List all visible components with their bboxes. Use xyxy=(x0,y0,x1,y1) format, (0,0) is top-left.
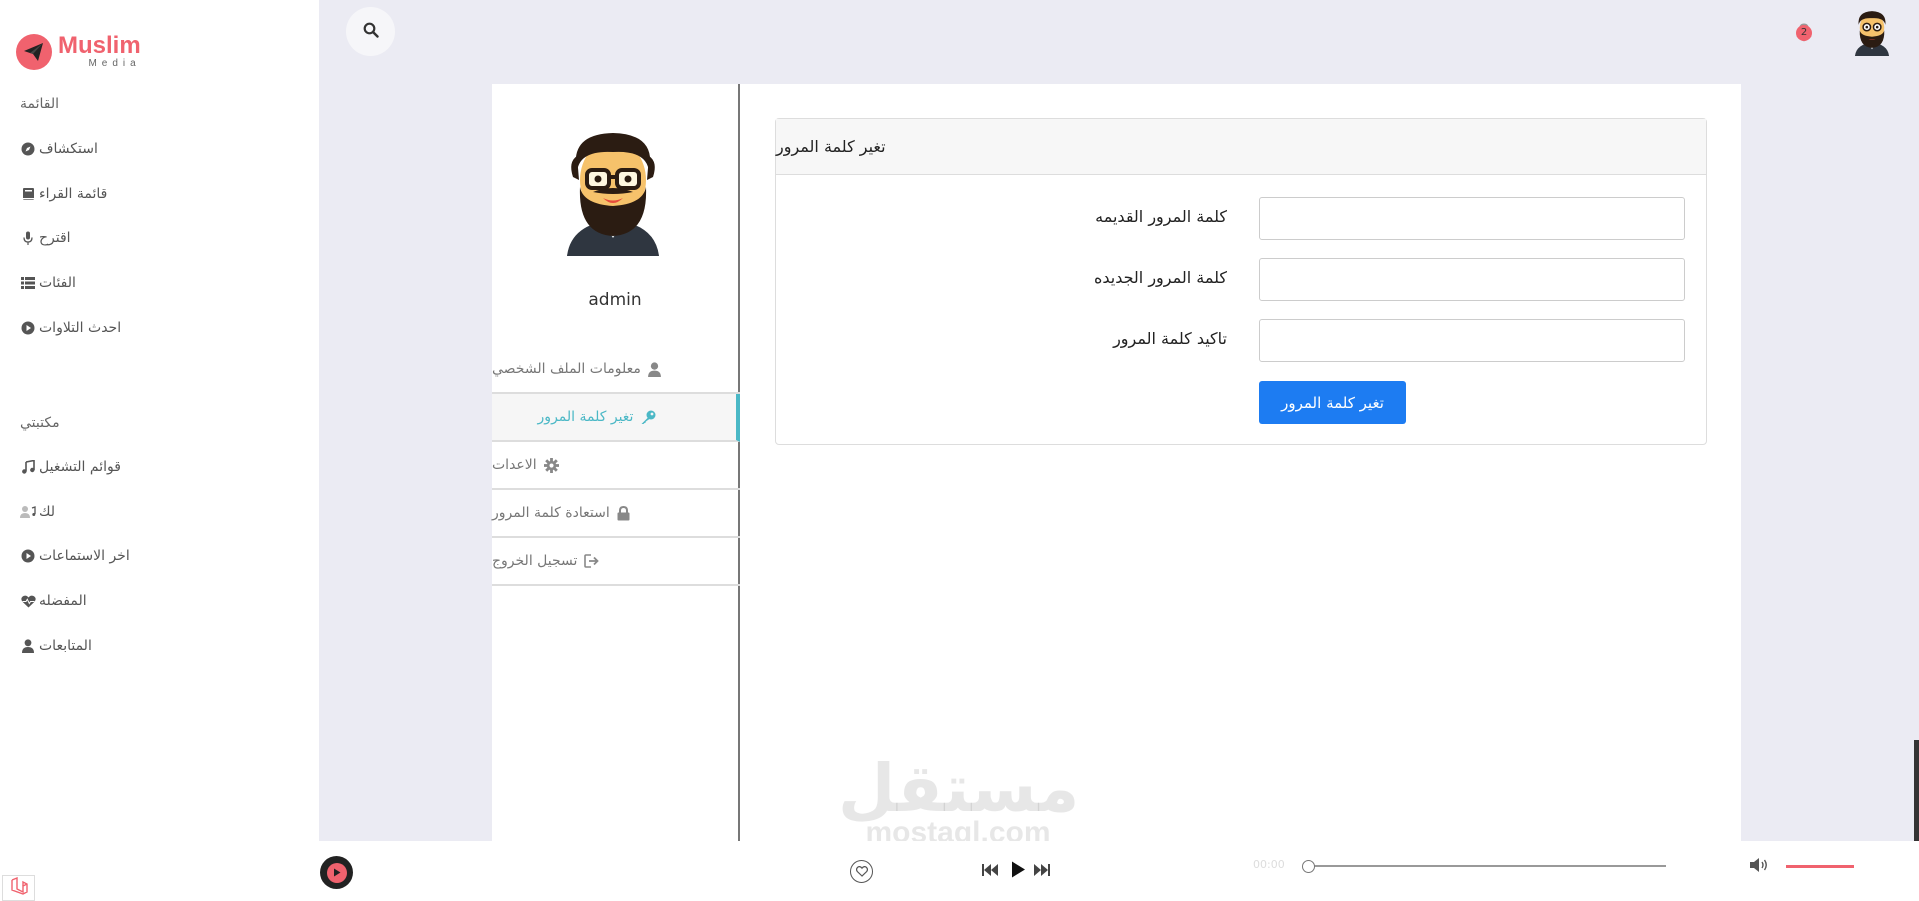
key-icon xyxy=(640,410,656,425)
sidebar-item-label: الفئات xyxy=(39,275,76,291)
book-icon xyxy=(20,186,36,202)
audio-player xyxy=(319,841,1919,901)
play-circle-icon xyxy=(20,548,36,564)
previous-button[interactable] xyxy=(982,862,1000,881)
sidebar-item-following[interactable]: المتابعات xyxy=(20,638,92,654)
heart-pulse-icon xyxy=(20,593,36,609)
sidebar-item-label: احدث التلاوات xyxy=(39,320,122,336)
sidebar-item-label: استكشاف xyxy=(39,141,98,157)
sidebar-item-suggest[interactable]: اقترح xyxy=(20,230,71,246)
now-playing-button[interactable] xyxy=(320,856,353,889)
heart-icon xyxy=(855,862,868,881)
old-password-input[interactable] xyxy=(1259,197,1685,240)
sidebar-item-latest[interactable]: احدث التلاوات xyxy=(20,320,121,336)
new-password-input[interactable] xyxy=(1259,258,1685,301)
skip-back-icon xyxy=(982,862,1000,881)
progress-handle[interactable] xyxy=(1302,860,1315,873)
confirm-password-label: تاكيد كلمة المرور xyxy=(1113,329,1227,348)
old-password-row: كلمة المرور القديمه xyxy=(776,197,1708,241)
notification-badge: 2 xyxy=(1796,25,1812,41)
library-heading: مكتبتي xyxy=(20,415,60,431)
sidebar-item-label: المتابعات xyxy=(39,638,92,654)
user-icon xyxy=(647,361,661,377)
sidebar: Muslim Media القائمة استكشاف قائمة القرا… xyxy=(0,0,319,901)
progress-bar[interactable] xyxy=(1308,865,1666,867)
scrollbar-thumb[interactable] xyxy=(1914,740,1919,841)
sidebar-item-playlists[interactable]: قوائم التشغيل xyxy=(20,459,121,475)
next-button[interactable] xyxy=(1032,862,1050,881)
sidebar-item-for-you[interactable]: لك xyxy=(20,504,55,520)
sidebar-item-explore[interactable]: استكشاف xyxy=(20,141,98,157)
profile-menu-logout[interactable]: تسجيل الخروج xyxy=(492,538,740,586)
sidebar-item-label: لك xyxy=(39,504,56,520)
content-area: admin معلومات الملف الشخصي تغير كلمة الم… xyxy=(492,84,1741,841)
laravel-debug-button[interactable] xyxy=(2,875,35,901)
confirm-password-input[interactable] xyxy=(1259,319,1685,362)
brand-sub: Media xyxy=(88,58,141,69)
gear-icon xyxy=(543,457,559,473)
list-icon xyxy=(20,275,36,291)
compass-icon xyxy=(20,141,36,157)
profile-menu-info[interactable]: معلومات الملف الشخصي xyxy=(492,346,740,394)
user-avatar[interactable] xyxy=(1851,10,1893,56)
profile-menu-label: تغير كلمة المرور xyxy=(537,409,634,425)
microphone-icon xyxy=(20,230,36,246)
sidebar-item-label: قوائم التشغيل xyxy=(39,459,121,475)
volume-button[interactable] xyxy=(1749,857,1769,877)
telegram-logo-icon xyxy=(16,34,52,70)
laravel-icon xyxy=(10,876,28,899)
sidebar-item-label: قائمة القراء xyxy=(39,186,108,202)
sidebar-item-label: اقترح xyxy=(39,230,71,246)
skip-forward-icon xyxy=(1032,862,1050,881)
profile-menu-label: الاعدات xyxy=(492,457,537,473)
sidebar-item-label: المفضله xyxy=(39,593,87,609)
play-circle-icon xyxy=(20,320,36,336)
sidebar-item-label: اخر الاستماعات xyxy=(39,548,130,564)
brand-name: Muslim xyxy=(58,32,141,59)
volume-icon xyxy=(1749,858,1769,877)
favorite-button[interactable] xyxy=(850,860,873,883)
brand-logo[interactable]: Muslim Media xyxy=(16,34,141,70)
play-button[interactable] xyxy=(1011,861,1026,882)
profile-menu-label: استعادة كلمة المرور xyxy=(492,505,610,521)
profile-menu-label: معلومات الملف الشخصي xyxy=(492,361,641,377)
change-password-button[interactable]: تغير كلمة المرور xyxy=(1259,381,1406,424)
profile-avatar xyxy=(563,132,663,256)
card-title: تغير كلمة المرور xyxy=(776,119,1706,175)
profile-menu-label: تسجيل الخروج xyxy=(492,553,578,569)
play-icon xyxy=(326,862,347,883)
sign-out-icon xyxy=(584,554,600,568)
new-password-row: كلمة المرور الجديده xyxy=(776,258,1708,302)
music-icon xyxy=(20,459,36,475)
user-icon xyxy=(20,638,36,654)
profile-menu-settings[interactable]: الاعدات xyxy=(492,442,740,490)
profile-menu-change-password[interactable]: تغير كلمة المرور xyxy=(492,394,740,442)
play-icon xyxy=(1011,861,1026,882)
confirm-password-row: تاكيد كلمة المرور xyxy=(776,319,1708,363)
sidebar-item-categories[interactable]: الفئات xyxy=(20,275,76,291)
profile-username: admin xyxy=(588,290,642,310)
profile-menu-recover-password[interactable]: استعادة كلمة المرور xyxy=(492,490,740,538)
volume-slider[interactable] xyxy=(1786,865,1854,868)
new-password-label: كلمة المرور الجديده xyxy=(1093,268,1227,287)
current-time: 00:00 xyxy=(1253,858,1285,871)
sidebar-item-readers[interactable]: قائمة القراء xyxy=(20,186,107,202)
user-music-icon xyxy=(20,504,36,520)
old-password-label: كلمة المرور القديمه xyxy=(1095,207,1227,226)
profile-sidebar: admin معلومات الملف الشخصي تغير كلمة الم… xyxy=(492,84,740,841)
sidebar-item-favorites[interactable]: المفضله xyxy=(20,593,87,609)
change-password-card: تغير كلمة المرور كلمة المرور القديمه كلم… xyxy=(775,118,1707,445)
search-button[interactable] xyxy=(346,7,395,56)
lock-icon xyxy=(617,505,630,521)
sidebar-item-recent[interactable]: اخر الاستماعات xyxy=(20,548,130,564)
menu-heading: القائمة xyxy=(20,96,59,112)
search-icon xyxy=(363,22,379,42)
